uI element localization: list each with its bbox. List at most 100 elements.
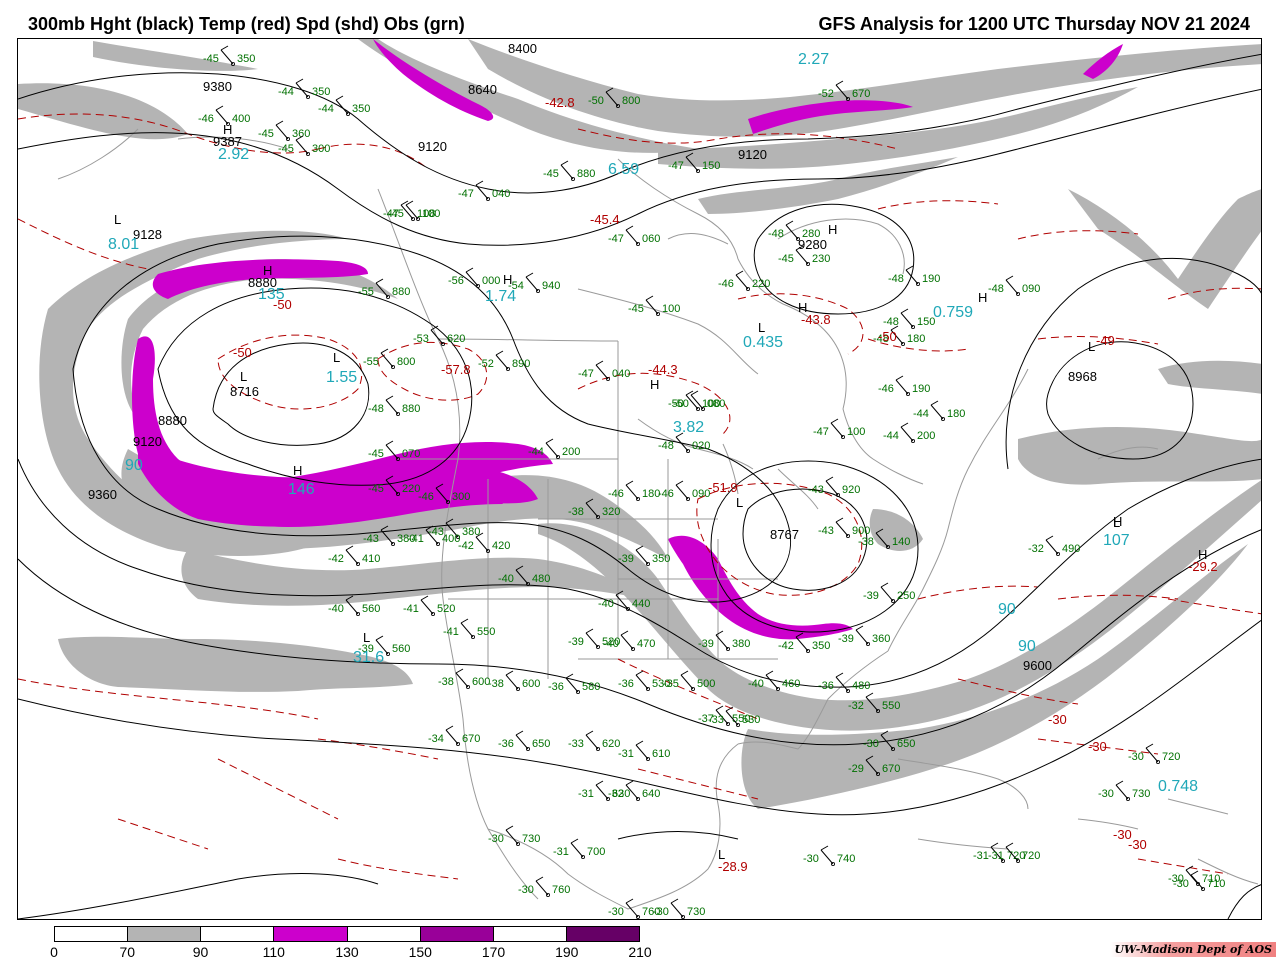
ob-temp: -48 (888, 273, 904, 285)
ob-height: 800 (397, 356, 415, 368)
ob-height: 100 (702, 398, 720, 410)
ob-temp: -44 (883, 430, 899, 442)
ob-temp: -31 (578, 788, 594, 800)
height-label: 8716 (230, 384, 259, 399)
speed-label: 1.55 (326, 369, 357, 386)
legend-swatch (347, 927, 421, 941)
temp-contour (917, 585, 1039, 600)
ob-temp: -41 (443, 626, 459, 638)
legend-tick: 90 (192, 944, 209, 960)
ob-temp: -32 (848, 700, 864, 712)
ob-height: 000 (482, 275, 500, 287)
pressure-center-marker: H (798, 300, 807, 315)
ob-temp: -39 (568, 636, 584, 648)
height-label: 9120 (133, 434, 162, 449)
wind-barb-flag (680, 670, 689, 676)
wind-barb (595, 364, 609, 380)
legend-swatch (420, 927, 494, 941)
speed-label: 0.435 (743, 334, 783, 351)
ob-temp: -43 (363, 533, 379, 545)
ob-temp: -48 (768, 228, 784, 240)
wind-barb-flag (445, 725, 454, 731)
wind-barb-flag (880, 582, 889, 588)
station-ob: -45 360 (258, 120, 310, 142)
ob-temp: -39 (863, 590, 879, 602)
ob-temp: -36 (498, 738, 514, 750)
ob-height: 880 (402, 403, 420, 415)
wind-barb (900, 312, 914, 328)
ob-height: 560 (362, 603, 380, 615)
wind-barb-flag (335, 95, 344, 101)
station-ob: -36 480 (818, 672, 870, 694)
pressure-center-marker: H (293, 463, 302, 478)
wind-barb-flag (385, 440, 394, 446)
ob-temp: -53 (413, 333, 429, 345)
ob-height: 480 (852, 680, 870, 692)
wind-barb (880, 586, 894, 602)
legend-swatch (128, 927, 202, 941)
legend-tick: 70 (119, 944, 136, 960)
wind-barb-flag (855, 625, 864, 631)
wind-barb (535, 880, 549, 896)
wind-barb (460, 622, 474, 638)
height-label: 8880 (158, 413, 187, 428)
speed-label: 146 (288, 481, 315, 498)
pressure-center-marker: H (650, 377, 659, 392)
wind-barb-flag (620, 630, 629, 636)
ob-height: 090 (1022, 283, 1040, 295)
wind-barb (275, 124, 289, 140)
ob-height: 220 (752, 278, 770, 290)
ob-temp: -48 (658, 440, 674, 452)
wind-barb-flag (625, 480, 634, 486)
wind-barb (385, 399, 399, 415)
ob-temp: -45 (778, 253, 794, 265)
wind-barb (735, 274, 749, 290)
station-ob: -46 090 (658, 480, 710, 501)
ob-temp: -36 (618, 678, 634, 690)
legend-tick: 170 (481, 944, 506, 960)
ob-temp: -48 (988, 283, 1004, 295)
station-ob: -47 040 (578, 360, 630, 381)
ob-temp: -29 (848, 763, 864, 775)
ob-height: 670 (852, 88, 870, 100)
speed-shade (93, 41, 258, 71)
ob-height: 190 (922, 273, 940, 285)
legend-tick: 150 (408, 944, 432, 960)
pressure-center-marker: H (828, 222, 837, 237)
ob-temp: -32 (608, 788, 624, 800)
ob-height: 420 (492, 540, 510, 552)
wind-barb-flag (585, 628, 594, 634)
station-ob: -45 350 (203, 45, 255, 66)
ob-height: 150 (702, 160, 720, 172)
ob-temp: -46 (608, 488, 624, 500)
temp-label: -45.4 (590, 212, 620, 227)
wind-barb (585, 632, 599, 648)
wind-speed-shading (18, 39, 1261, 809)
station-ob: -45 880 (543, 160, 595, 181)
speed-label: 3.82 (673, 419, 704, 436)
ob-temp: -38 (568, 506, 584, 518)
speed-label: 90 (1018, 638, 1036, 655)
wind-barb-flag (715, 630, 724, 636)
ob-temp: -38 (858, 536, 874, 548)
speed-label: 90 (998, 601, 1016, 618)
wind-barb (765, 674, 779, 690)
ob-height: 440 (632, 598, 650, 610)
ob-height: 410 (362, 553, 380, 565)
station-ob: -48 880 (368, 395, 420, 416)
legend-swatch (493, 927, 567, 941)
wind-barb-flag (515, 730, 524, 736)
wind-barb-flag (505, 825, 514, 831)
ob-height: 350 (312, 86, 330, 98)
ob-height: 760 (552, 884, 570, 896)
ob-temp: -55 (358, 286, 374, 298)
height-label: 9120 (418, 139, 447, 154)
legend-swatch (55, 927, 129, 941)
ob-temp: -50 (588, 95, 604, 107)
wind-barb-flag (295, 78, 304, 84)
ob-temp: -52 (478, 358, 494, 370)
ob-temp: -43 (818, 525, 834, 537)
wind-barb (345, 549, 359, 565)
wind-barb-flag (595, 780, 604, 786)
pressure-center-marker: L (1088, 339, 1095, 354)
